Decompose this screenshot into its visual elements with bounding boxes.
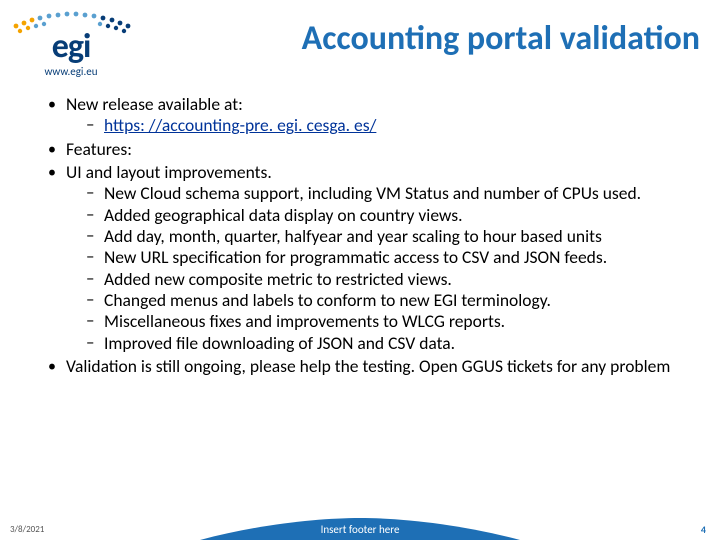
sub-bullet: Added new composite metric to restricted… xyxy=(86,269,690,290)
sub-bullet: New Cloud schema support, including VM S… xyxy=(86,183,690,204)
sub-bullet: Improved file downloading of JSON and CS… xyxy=(86,333,690,354)
release-link[interactable]: https: //accounting-pre. egi. cesga. es/ xyxy=(104,114,376,136)
bullet-validation: Validation is still ongoing, please help… xyxy=(48,356,690,377)
bullet-text: Validation is still ongoing, please help… xyxy=(66,355,670,377)
footer-page-number: 4 xyxy=(701,523,706,536)
slide-title: Accounting portal validation xyxy=(190,18,700,59)
bullet-new-release: New release available at: https: //accou… xyxy=(48,94,690,137)
slide: egi www.egi.eu Accounting portal validat… xyxy=(0,0,720,540)
bullet-text: New release available at: xyxy=(66,93,243,115)
logo-block: egi www.egi.eu xyxy=(6,6,136,78)
bullet-text: UI and layout improvements. xyxy=(66,161,272,183)
footer-date: 3/8/2021 xyxy=(10,524,44,535)
bullet-ui: UI and layout improvements. New Cloud sc… xyxy=(48,162,690,354)
sub-bullet: New URL specification for programmatic a… xyxy=(86,247,690,268)
sub-bullet: Changed menus and labels to conform to n… xyxy=(86,290,690,311)
bullet-text: Features: xyxy=(66,138,132,160)
sub-bullet: Miscellaneous fixes and improvements to … xyxy=(86,311,690,332)
logo-url: www.egi.eu xyxy=(45,65,98,78)
footer-center-text: Insert footer here xyxy=(321,523,400,536)
footer: 3/8/2021 Insert footer here 4 xyxy=(0,518,720,540)
sub-bullet-link: https: //accounting-pre. egi. cesga. es/ xyxy=(86,115,690,136)
logo-text: egi xyxy=(52,32,91,63)
logo-dots-icon xyxy=(6,6,136,34)
bullet-features: Features: xyxy=(48,139,690,160)
sub-bullet: Add day, month, quarter, halfyear and ye… xyxy=(86,226,690,247)
footer-center: Insert footer here xyxy=(200,518,520,540)
content-body: New release available at: https: //accou… xyxy=(48,94,690,379)
sub-bullet: Added geographical data display on count… xyxy=(86,205,690,226)
